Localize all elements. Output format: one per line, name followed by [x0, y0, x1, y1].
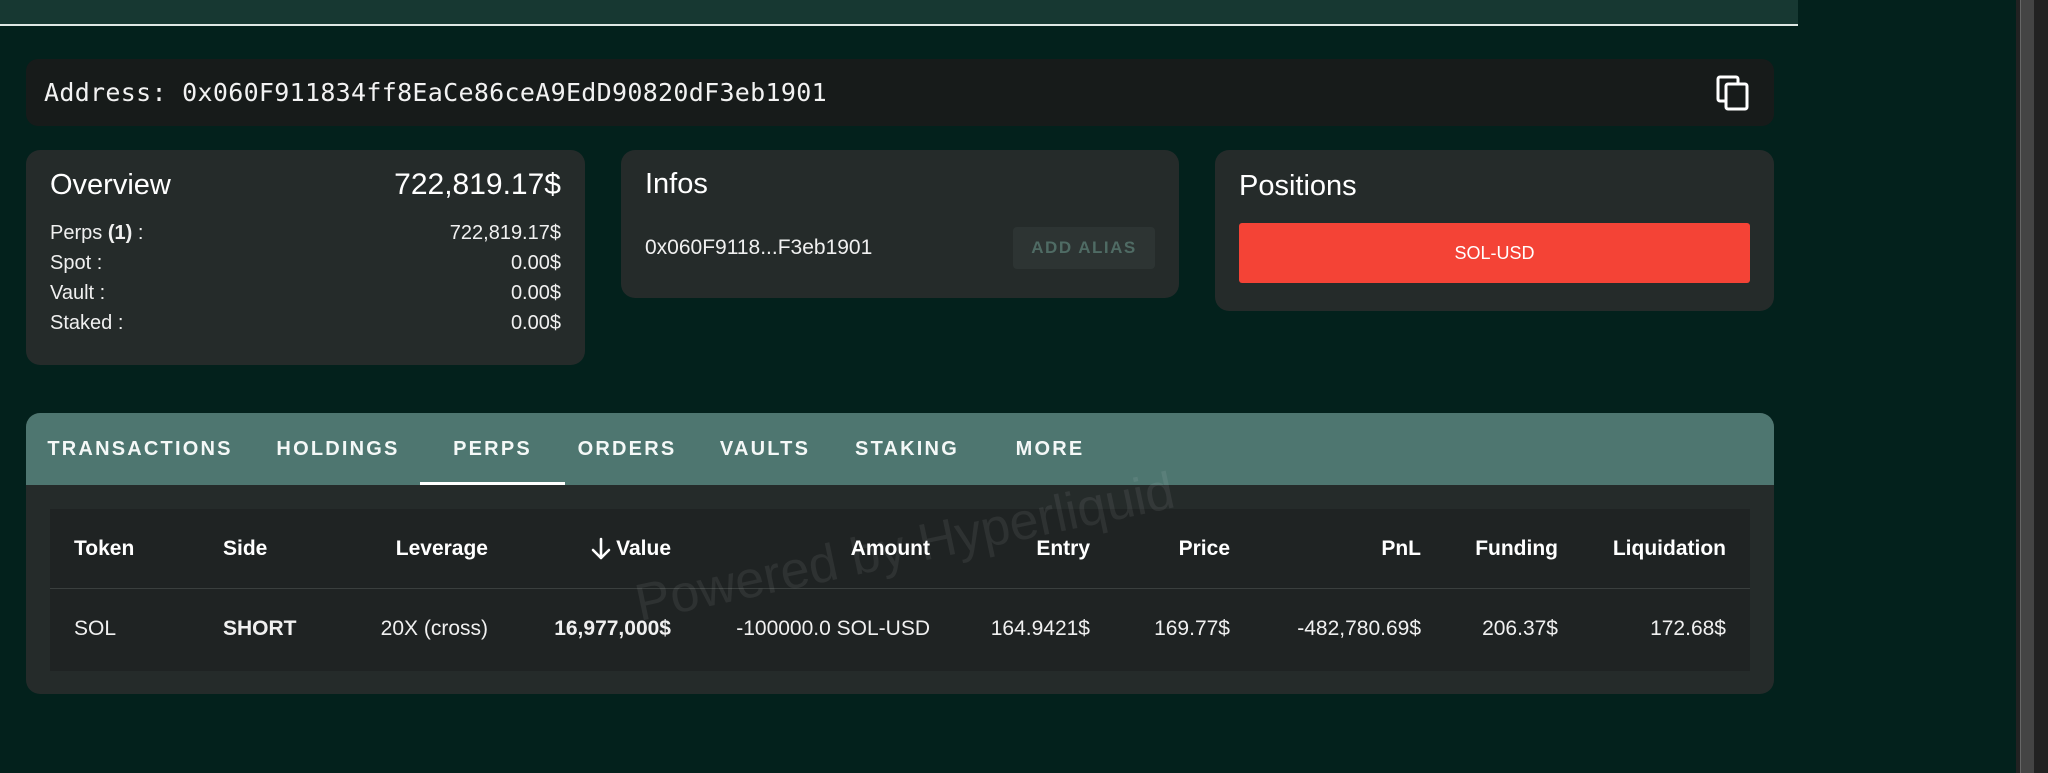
col-token-header[interactable]: Token: [74, 509, 134, 589]
overview-row-vault: Vault : 0.00$: [50, 278, 561, 308]
tab-orders[interactable]: ORDERS: [578, 413, 675, 485]
arrow-down-icon: [591, 537, 611, 560]
overview-row-label: Vault :: [50, 282, 106, 304]
infos-title: Infos: [645, 168, 708, 200]
overview-total: 722,819.17$: [394, 168, 561, 201]
tab-staking[interactable]: STAKING: [855, 413, 959, 485]
positions-title: Positions: [1239, 170, 1357, 202]
tab-bar: TRANSACTIONS HOLDINGS PERPS ORDERS VAULT…: [26, 413, 1774, 485]
col-amount-header[interactable]: Amount: [851, 509, 930, 589]
col-price-header[interactable]: Price: [1179, 509, 1230, 589]
infos-card: Infos 0x060F9118...F3eb1901 ADD ALIAS: [621, 150, 1179, 298]
cell-token: SOL: [74, 617, 117, 640]
cell-leverage: 20X (cross): [380, 617, 488, 640]
overview-row-perps: Perps (1) : 722,819.17$: [50, 218, 561, 248]
top-header-bar: [0, 0, 1798, 26]
col-liquidation-header[interactable]: Liquidation: [1613, 509, 1726, 589]
copy-icon[interactable]: [1716, 75, 1750, 111]
tab-transactions[interactable]: TRANSACTIONS: [47, 413, 230, 485]
col-side-header[interactable]: Side: [223, 509, 267, 589]
perps-table: Token Side Leverage Value Amount Entry P…: [50, 509, 1750, 671]
overview-row-label: Staked :: [50, 312, 124, 334]
overview-row-spot: Spot : 0.00$: [50, 248, 561, 278]
overview-card: Overview 722,819.17$ Perps (1) : 722,819…: [26, 150, 585, 365]
cell-liquidation: 172.68$: [1650, 617, 1726, 640]
overview-row-value: 0.00$: [510, 252, 561, 274]
overview-row-value: 0.00$: [510, 282, 561, 304]
cell-side: SHORT: [223, 617, 297, 640]
col-funding-header[interactable]: Funding: [1475, 509, 1558, 589]
overview-row-label: Perps (1) :: [50, 222, 144, 244]
positions-card: Positions SOL-USD: [1215, 150, 1774, 311]
tab-perps[interactable]: PERPS: [420, 413, 565, 485]
address-text: Address: 0x060F911834ff8EaCe86ceA9EdD908…: [44, 78, 827, 107]
position-sol-usd-button[interactable]: SOL-USD: [1239, 223, 1750, 283]
cell-price: 169.77$: [1154, 617, 1230, 640]
cell-funding: 206.37$: [1482, 617, 1558, 640]
cell-entry: 164.9421$: [990, 617, 1090, 640]
table-row[interactable]: SOL SHORT 20X (cross) 16,977,000$ -10000…: [50, 589, 1750, 669]
tab-holdings[interactable]: HOLDINGS: [276, 413, 397, 485]
tabs-panel: TRANSACTIONS HOLDINGS PERPS ORDERS VAULT…: [26, 413, 1774, 694]
tab-vaults[interactable]: VAULTS: [720, 413, 810, 485]
col-value-header[interactable]: Value: [590, 509, 671, 589]
cell-amount: -100000.0 SOL-USD: [736, 617, 930, 640]
cell-value: 16,977,000$: [554, 617, 671, 640]
col-entry-header[interactable]: Entry: [1036, 509, 1090, 589]
overview-title: Overview: [50, 169, 171, 201]
col-leverage-header[interactable]: Leverage: [396, 509, 488, 589]
overview-row-value: 0.00$: [510, 312, 561, 334]
add-alias-button[interactable]: ADD ALIAS: [1013, 227, 1155, 269]
scrollbar-thumb[interactable]: [2020, 0, 2034, 773]
col-pnl-header[interactable]: PnL: [1381, 509, 1421, 589]
infos-address: 0x060F9118...F3eb1901: [645, 236, 873, 259]
overview-row-label: Spot :: [50, 252, 103, 274]
overview-row-value: 722,819.17$: [449, 222, 561, 244]
table-header-row: Token Side Leverage Value Amount Entry P…: [50, 509, 1750, 589]
tab-more[interactable]: MORE: [1014, 413, 1086, 485]
address-bar: Address: 0x060F911834ff8EaCe86ceA9EdD908…: [26, 59, 1774, 126]
overview-row-staked: Staked : 0.00$: [50, 308, 561, 338]
cell-pnl: -482,780.69$: [1297, 617, 1421, 640]
